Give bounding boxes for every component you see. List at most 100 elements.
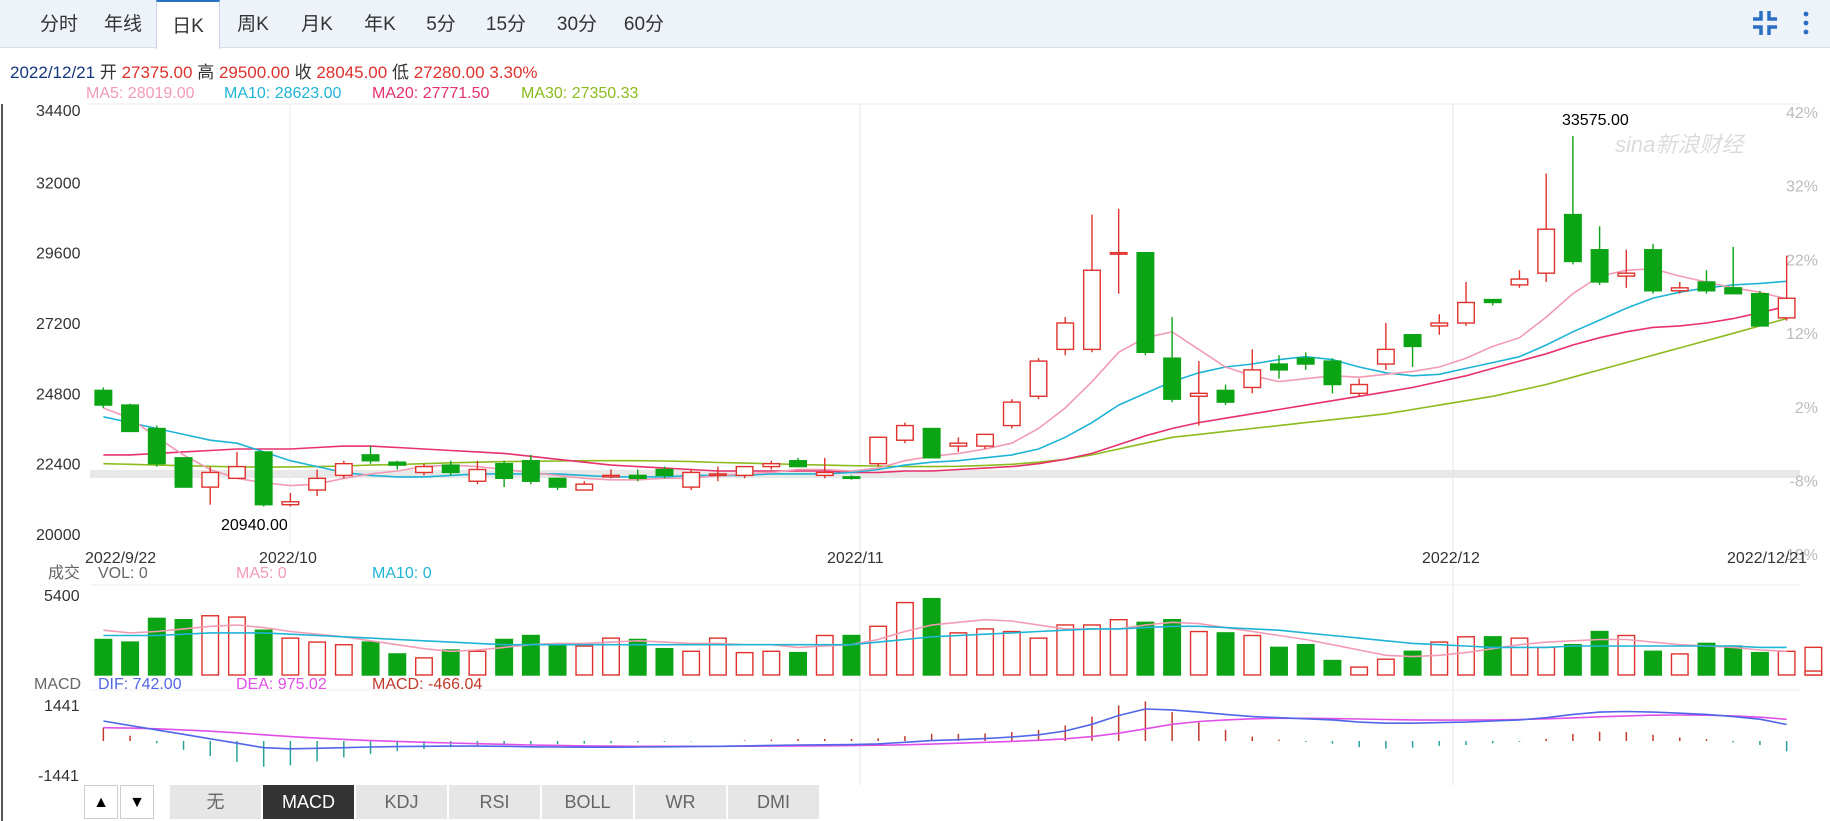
candle [628, 469, 647, 482]
high-value: 29500.00 [218, 63, 290, 82]
tab-15分[interactable]: 15分 [470, 0, 542, 48]
candle-body [1136, 251, 1155, 354]
candle [762, 460, 781, 470]
candle [121, 403, 140, 433]
quote-info-line: 2022/12/21 开 27375.00 高 29500.00 收 28045… [10, 58, 538, 83]
volume-bar [1697, 642, 1716, 676]
volume-bar [388, 653, 407, 676]
candle [548, 477, 567, 491]
percent-axis: 42% 32% 22% 12% 2% -8% -18% [1781, 105, 1818, 564]
candle [1029, 358, 1048, 400]
candle [602, 469, 620, 479]
candle-body [682, 471, 701, 488]
candle [174, 457, 193, 488]
indicator-tab-rsi[interactable]: RSI [449, 785, 541, 819]
candle-body [1216, 389, 1235, 403]
candle-body [655, 468, 674, 477]
volume-bar [735, 651, 754, 676]
tab-月K[interactable]: 月K [286, 0, 348, 48]
tab-年K[interactable]: 年K [348, 0, 412, 48]
candle-body [1537, 228, 1556, 274]
base-price-band [90, 470, 1800, 478]
candle-body [227, 465, 246, 480]
candle-body [548, 477, 567, 488]
open-label: 开 [99, 63, 117, 82]
candle-body [1350, 383, 1369, 395]
indicator-tab-wr[interactable]: WR [635, 785, 727, 819]
candle [1323, 358, 1342, 394]
tab-年线[interactable]: 年线 [90, 0, 156, 48]
candle [682, 469, 701, 491]
tab-5分[interactable]: 5分 [412, 0, 470, 48]
volume-bar [1350, 666, 1369, 676]
candle [1136, 251, 1155, 356]
extreme-labels: 33575.00 20940.00 [221, 112, 1629, 534]
percent-tick: 12% [1786, 326, 1818, 343]
indicator-tab-无[interactable]: 无 [170, 785, 262, 819]
volume-bar [1750, 651, 1769, 676]
candle [201, 466, 220, 505]
volume-bar [1563, 644, 1582, 676]
candle-body [1403, 334, 1422, 348]
volume-bar [575, 645, 594, 676]
tab-日K[interactable]: 日K [156, 0, 220, 49]
candle-body [1750, 292, 1769, 327]
candle-body [388, 461, 407, 466]
fullscreen-exit-icon[interactable] [1748, 6, 1782, 40]
scroll-down-button[interactable]: ▼ [120, 785, 154, 819]
volume-bar [308, 641, 327, 676]
volume-bar [628, 638, 647, 676]
volume-bar [1243, 634, 1262, 676]
tab-分时[interactable]: 分时 [28, 0, 90, 48]
macd-value-label: MACD: -466.04 [372, 676, 482, 693]
volume-bar [842, 634, 861, 676]
volume-bar [1163, 619, 1182, 676]
candle [655, 466, 674, 479]
volume-bar [1457, 636, 1475, 676]
candle-body [1082, 269, 1101, 351]
scroll-up-button[interactable]: ▲ [84, 785, 118, 819]
candle-body [174, 457, 193, 488]
candle-body [842, 476, 861, 480]
volume-bar [1617, 634, 1636, 676]
candle [147, 425, 166, 467]
volume-bar [1323, 659, 1342, 676]
indicator-tab-macd[interactable]: MACD [263, 785, 355, 819]
volume-bar [1537, 646, 1556, 676]
volume-bar [415, 657, 433, 676]
indicator-tab-boll[interactable]: BOLL [542, 785, 634, 819]
tab-30分[interactable]: 30分 [542, 0, 612, 48]
volume-bar [441, 649, 460, 676]
volume-bar [361, 641, 380, 676]
indicator-tab-kdj[interactable]: KDJ [356, 785, 448, 819]
candle-body [628, 474, 647, 480]
indicator-tab-dmi[interactable]: DMI [728, 785, 820, 819]
dif-label: DIF: 742.00 [98, 676, 182, 693]
volume-bar [334, 644, 353, 676]
volume-bar [1804, 670, 1823, 676]
candle-body [789, 460, 808, 468]
candle [895, 422, 914, 444]
candle [1670, 281, 1689, 294]
candle [1350, 378, 1369, 397]
percent-tick: -8% [1790, 474, 1818, 491]
volume-label: 成交 [48, 564, 80, 582]
candle [94, 387, 113, 408]
volume-ma10-line [103, 625, 1787, 649]
candle [441, 460, 460, 476]
candle [1403, 334, 1422, 367]
candle [1270, 355, 1288, 379]
volume-axis-max: 5400 [44, 588, 80, 605]
ma20-line [103, 305, 1787, 474]
volume-bar [1296, 644, 1315, 676]
tab-60分[interactable]: 60分 [612, 0, 676, 48]
candle-body [1029, 360, 1048, 397]
watermark-text: sina新浪财经 [1615, 132, 1745, 157]
volume-bar [1403, 650, 1422, 676]
vol-ma10-label: MA10: 0 [372, 565, 432, 582]
candle-body [1483, 298, 1502, 304]
tab-周K[interactable]: 周K [220, 0, 286, 48]
candle [1777, 255, 1796, 321]
more-menu-icon[interactable] [1796, 6, 1816, 40]
volume-bar [762, 650, 781, 676]
